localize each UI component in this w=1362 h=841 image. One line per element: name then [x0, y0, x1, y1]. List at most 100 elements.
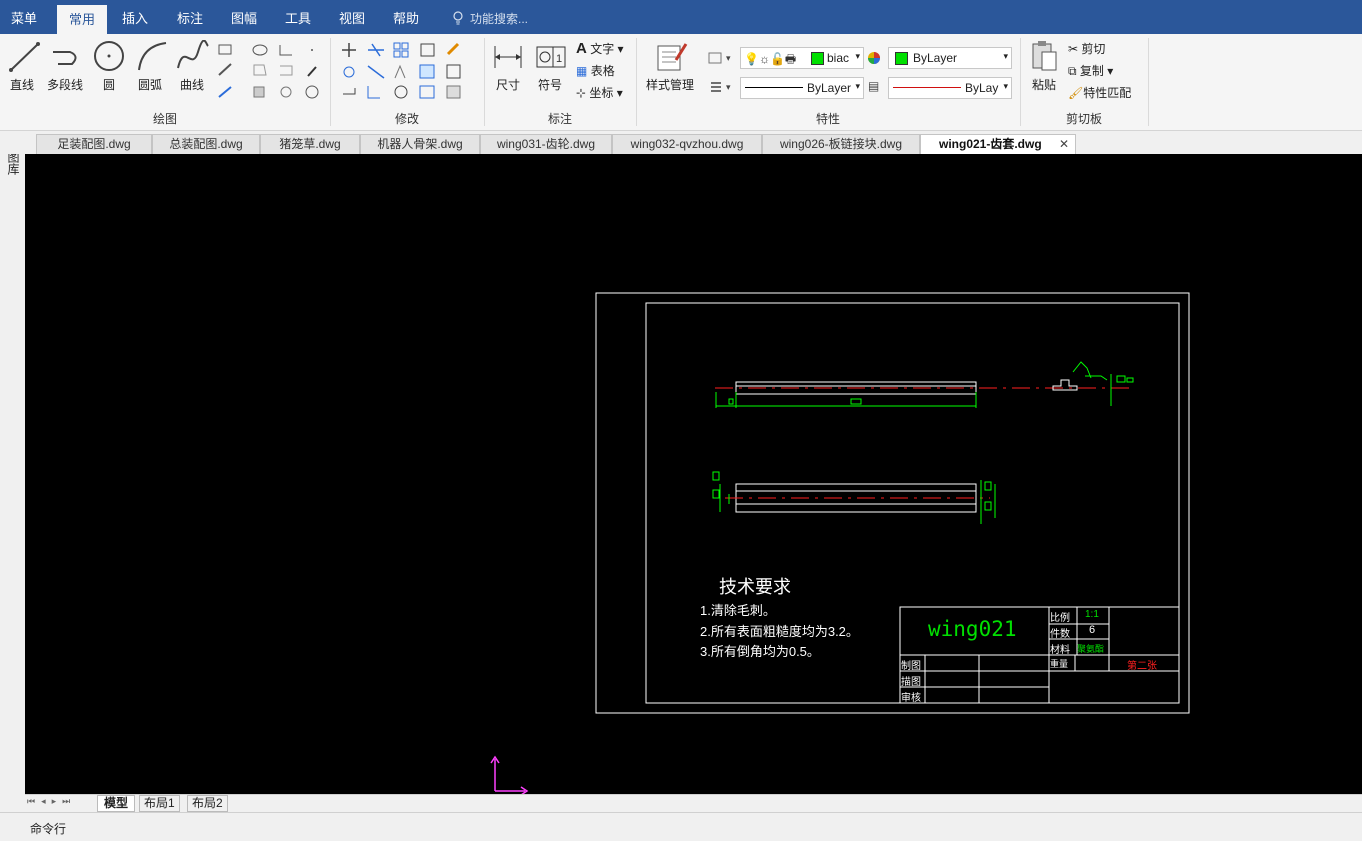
line-button[interactable]: 直线 [10, 76, 34, 93]
menu-item-sheet[interactable]: 图幅 [231, 0, 257, 34]
doc-tab[interactable]: 猪笼草.dwg [260, 134, 360, 154]
chevron-down-icon: ▾ [1003, 51, 1008, 61]
polyline-button[interactable]: 多段线 [47, 76, 83, 93]
drawing-svg [490, 292, 1190, 794]
menu-item-help[interactable]: 帮助 [393, 0, 419, 34]
group-divider [1020, 38, 1021, 126]
layout-tab[interactable]: 布局1 [139, 795, 180, 812]
style-manager-icon[interactable] [656, 40, 688, 72]
titleblock-scale-label: 比例 [1050, 613, 1070, 624]
menu-bar: 菜单 常用 插入 标注 图幅 工具 视图 帮助 功能搜索... [0, 0, 1362, 34]
menu-item-main[interactable]: 菜单 [11, 0, 37, 34]
color-select[interactable]: ByLayer ▾ [888, 47, 1012, 69]
doc-tab-label: wing021-齿套.dwg [939, 137, 1042, 151]
polyline-tool-icon[interactable] [50, 42, 84, 72]
table-button[interactable]: ▦ 表格 [576, 62, 615, 79]
side-panel: ⇤ 图库 [0, 131, 26, 811]
lineweight-preview [893, 87, 961, 88]
menu-item-view[interactable]: 视图 [339, 0, 365, 34]
modify-group-label: 修改 [394, 112, 419, 126]
doc-tab[interactable]: wing031-齿轮.dwg [480, 134, 612, 154]
feature-search[interactable]: 功能搜索... [452, 0, 528, 34]
group-divider [484, 38, 485, 126]
draw-small-tools[interactable] [216, 42, 326, 102]
tech-requirements-title: 技术要求 [719, 577, 791, 598]
arc-tool-icon[interactable] [136, 40, 168, 72]
tech-requirement-line: 1.清除毛刺。 [700, 603, 776, 618]
cut-button[interactable]: ✂ 剪切 [1068, 40, 1105, 57]
titleblock-part-name: wing021 [928, 617, 1017, 641]
titleblock-material-value: 聚氨酯 [1077, 644, 1105, 654]
properties-group-label: 特性 [815, 112, 840, 126]
doc-tab[interactable]: 机器人骨架.dwg [360, 134, 480, 154]
chevron-down-icon: ▾ [1003, 81, 1008, 91]
titleblock-scale-value: 1:1 [1085, 609, 1099, 620]
part-side-view [1052, 361, 1134, 406]
command-line-bar[interactable]: 命令行 [0, 812, 1362, 841]
layout-tab[interactable]: 布局2 [187, 795, 228, 812]
color-wheel-icon[interactable] [866, 50, 882, 66]
line-tool-icon[interactable] [8, 40, 42, 74]
titleblock-qty-label: 件数 [1050, 629, 1070, 640]
layer-name: biac [827, 51, 850, 65]
layer-state-icons: 💡☼🔓🖶 [744, 52, 797, 66]
text-icon: A [576, 40, 587, 57]
ribbon: 直线 多段线 圆 圆弧 曲线 绘图 修改 尺寸 1 符号 A 文字 ▾ ▦ 表格… [0, 34, 1362, 131]
scissors-icon: ✂ [1068, 42, 1079, 56]
menu-item-annotate[interactable]: 标注 [177, 0, 203, 34]
close-icon[interactable]: ✕ [1059, 135, 1069, 154]
tech-requirement-line: 3.所有倒角均为0.5。 [700, 644, 820, 659]
layer-tools-icons[interactable]: ▾▾ [706, 50, 738, 94]
paste-icon[interactable] [1030, 40, 1060, 74]
doc-tab[interactable]: wing032-qvzhou.dwg [612, 134, 762, 154]
arc-button[interactable]: 圆弧 [138, 76, 162, 93]
dimension-button[interactable]: 尺寸 [496, 76, 520, 93]
circle-tool-icon[interactable] [93, 40, 125, 72]
circle-button[interactable]: 圆 [103, 76, 115, 93]
curve-tool-icon[interactable] [176, 40, 210, 72]
layout-nav-buttons[interactable]: ⏮◂▸⏭ [27, 796, 76, 807]
dimension-tool-icon[interactable] [492, 42, 524, 74]
titleblock-draw-label: 制图 [901, 661, 921, 672]
symbol-tool-icon[interactable]: 1 [536, 44, 566, 70]
menu-item-tools[interactable]: 工具 [285, 0, 311, 34]
table-icon: ▦ [576, 64, 588, 78]
drawing-canvas[interactable]: 技术要求 1.清除毛刺。 2.所有表面粗糙度均为3.2。 3.所有倒角均为0.5… [25, 154, 1362, 794]
library-tab[interactable]: 图库 [5, 151, 20, 175]
lightbulb-icon [453, 11, 463, 25]
layer-select[interactable]: 💡☼🔓🖶 biac ▾ [740, 47, 864, 69]
doc-tab[interactable]: wing026-板链接块.dwg [762, 134, 920, 154]
linetype-select[interactable]: ByLayer ▾ [740, 77, 864, 99]
part-top-view [712, 471, 996, 524]
annotate-group-label: 标注 [547, 112, 572, 126]
titleblock-trace-label: 描图 [901, 677, 921, 688]
match-properties-button[interactable]: 🖌特性匹配 [1068, 84, 1131, 101]
svg-text:1: 1 [556, 53, 562, 65]
lineweight-icon[interactable]: ▤ [868, 79, 879, 93]
coordinate-button[interactable]: ⊹ 坐标 ▾ [576, 84, 623, 101]
color-value: ByLayer [913, 51, 958, 65]
copy-button[interactable]: ⧉ 复制 ▾ [1068, 62, 1113, 79]
symbol-button[interactable]: 符号 [538, 76, 562, 93]
menu-item-home[interactable]: 常用 [57, 5, 108, 34]
doc-tab[interactable]: 足装配图.dwg [36, 134, 152, 154]
svg-text:▾: ▾ [726, 53, 731, 63]
chevron-down-icon: ▾ [855, 81, 860, 91]
curve-button[interactable]: 曲线 [180, 76, 204, 93]
titleblock-sheet-label: 第二张 [1127, 661, 1157, 672]
copy-icon: ⧉ [1068, 64, 1077, 78]
lineweight-value: ByLay [965, 81, 999, 95]
menu-item-insert[interactable]: 插入 [122, 0, 148, 34]
layout-tab-model[interactable]: 模型 [97, 795, 136, 812]
doc-tab-active[interactable]: wing021-齿套.dwg ✕ [920, 134, 1076, 154]
titleblock-weight-label: 重量 [1050, 659, 1069, 669]
titleblock-qty-value: 6 [1089, 624, 1096, 636]
text-button[interactable]: A 文字 ▾ [576, 40, 624, 57]
color-swatch [895, 52, 908, 65]
doc-tab[interactable]: 总装配图.dwg [152, 134, 260, 154]
paste-button[interactable]: 粘贴 [1032, 76, 1056, 93]
style-manager-button[interactable]: 样式管理 [646, 76, 694, 93]
lineweight-select[interactable]: ByLay ▾ [888, 77, 1012, 99]
group-divider [636, 38, 637, 126]
modify-tools[interactable] [340, 42, 474, 102]
